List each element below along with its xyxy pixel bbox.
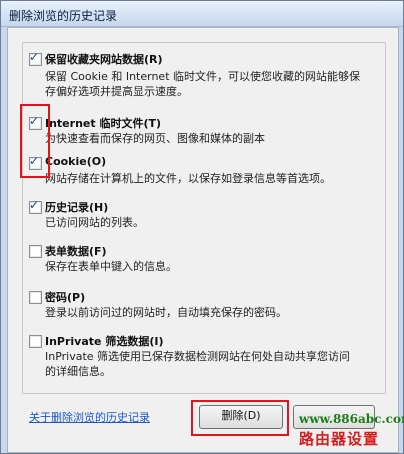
window-title: 删除浏览的历史记录: [9, 9, 118, 23]
desc-history: 已访问网站的列表。: [45, 216, 144, 229]
label-cookies: Cookie(O): [45, 155, 107, 168]
desc-temp-files: 为快速查看而保存的网页、图像和媒体的副本: [45, 132, 265, 145]
checkbox-inprivate-filtering[interactable]: [29, 335, 42, 348]
label-history: 历史记录(H): [45, 201, 109, 214]
label-inprivate-filtering: InPrivate 筛选数据(I): [45, 335, 164, 348]
about-delete-history-link[interactable]: 关于删除浏览的历史记录: [29, 409, 150, 425]
label-passwords: 密码(P): [45, 291, 86, 304]
dialog-window: 删除浏览的历史记录 ✓ 保留收藏夹网站数据(R) 保留 Cookie 和 Int…: [0, 0, 404, 454]
label-form-data: 表单数据(F): [45, 245, 107, 258]
options-group: ✓ 保留收藏夹网站数据(R) 保留 Cookie 和 Internet 临时文件…: [22, 42, 386, 394]
checkbox-passwords[interactable]: [29, 291, 42, 304]
label-temp-files: Internet 临时文件(T): [45, 117, 162, 130]
watermark-url: www.886abc.com: [299, 412, 404, 426]
desc-preserve-favorites-line2: 存偏好选项并提高显示速度。: [45, 85, 188, 98]
desc-cookies: 网站存储在计算机上的文件，以保存如登录信息等首选项。: [45, 172, 331, 185]
label-preserve-favorites: 保留收藏夹网站数据(R): [45, 53, 163, 66]
checkbox-form-data[interactable]: [29, 245, 42, 258]
check-mark-icon: ✓: [29, 198, 40, 212]
dialog-content: ✓ 保留收藏夹网站数据(R) 保留 Cookie 和 Internet 临时文件…: [7, 27, 399, 453]
check-mark-icon: ✓: [29, 50, 40, 64]
desc-passwords: 登录以前访问过的网站时，自动填充保存的密码。: [45, 306, 287, 319]
checkbox-preserve-favorites[interactable]: ✓: [29, 50, 42, 66]
desc-inprivate-filtering-line1: InPrivate 筛选使用已保存数据检测网站在何处自动共享您访问: [45, 350, 351, 363]
title-bar[interactable]: 删除浏览的历史记录: [1, 1, 403, 27]
watermark-text: 路由器设置: [299, 430, 380, 448]
checkbox-history[interactable]: ✓: [29, 198, 42, 214]
desc-form-data: 保存在表单中键入的信息。: [45, 260, 177, 273]
delete-button[interactable]: 删除(D): [199, 405, 283, 429]
desc-preserve-favorites-line1: 保留 Cookie 和 Internet 临时文件，可以使您收藏的网站能够保: [45, 70, 360, 83]
desc-inprivate-filtering-line2: 的详细信息。: [45, 365, 111, 378]
highlight-box-checkboxes: [20, 104, 50, 178]
